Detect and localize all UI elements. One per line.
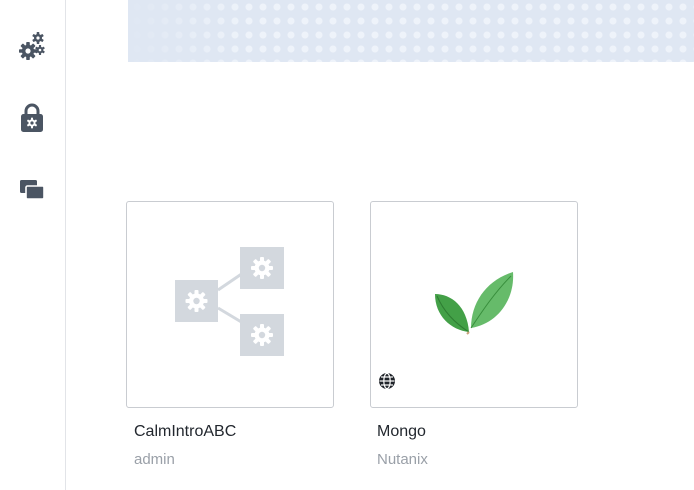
header-banner: [128, 0, 694, 62]
projects-icon[interactable]: [15, 172, 49, 206]
blueprint-name[interactable]: Mongo: [377, 423, 426, 441]
lock-gear-icon[interactable]: [15, 101, 49, 135]
mongodb-leaf-icon: [435, 272, 514, 335]
banner-fade: [128, 0, 248, 62]
blueprint-owner: Nutanix: [377, 451, 428, 468]
blueprint-card[interactable]: [370, 201, 578, 408]
blueprint-owner: admin: [134, 451, 175, 468]
globe-icon: [379, 372, 395, 390]
gears-icon[interactable]: [15, 29, 49, 63]
left-sidebar: [0, 0, 66, 490]
multi-vm-blueprint-icon: [175, 247, 284, 356]
blueprint-name[interactable]: CalmIntroABC: [134, 423, 236, 441]
blueprint-card[interactable]: [126, 201, 334, 408]
